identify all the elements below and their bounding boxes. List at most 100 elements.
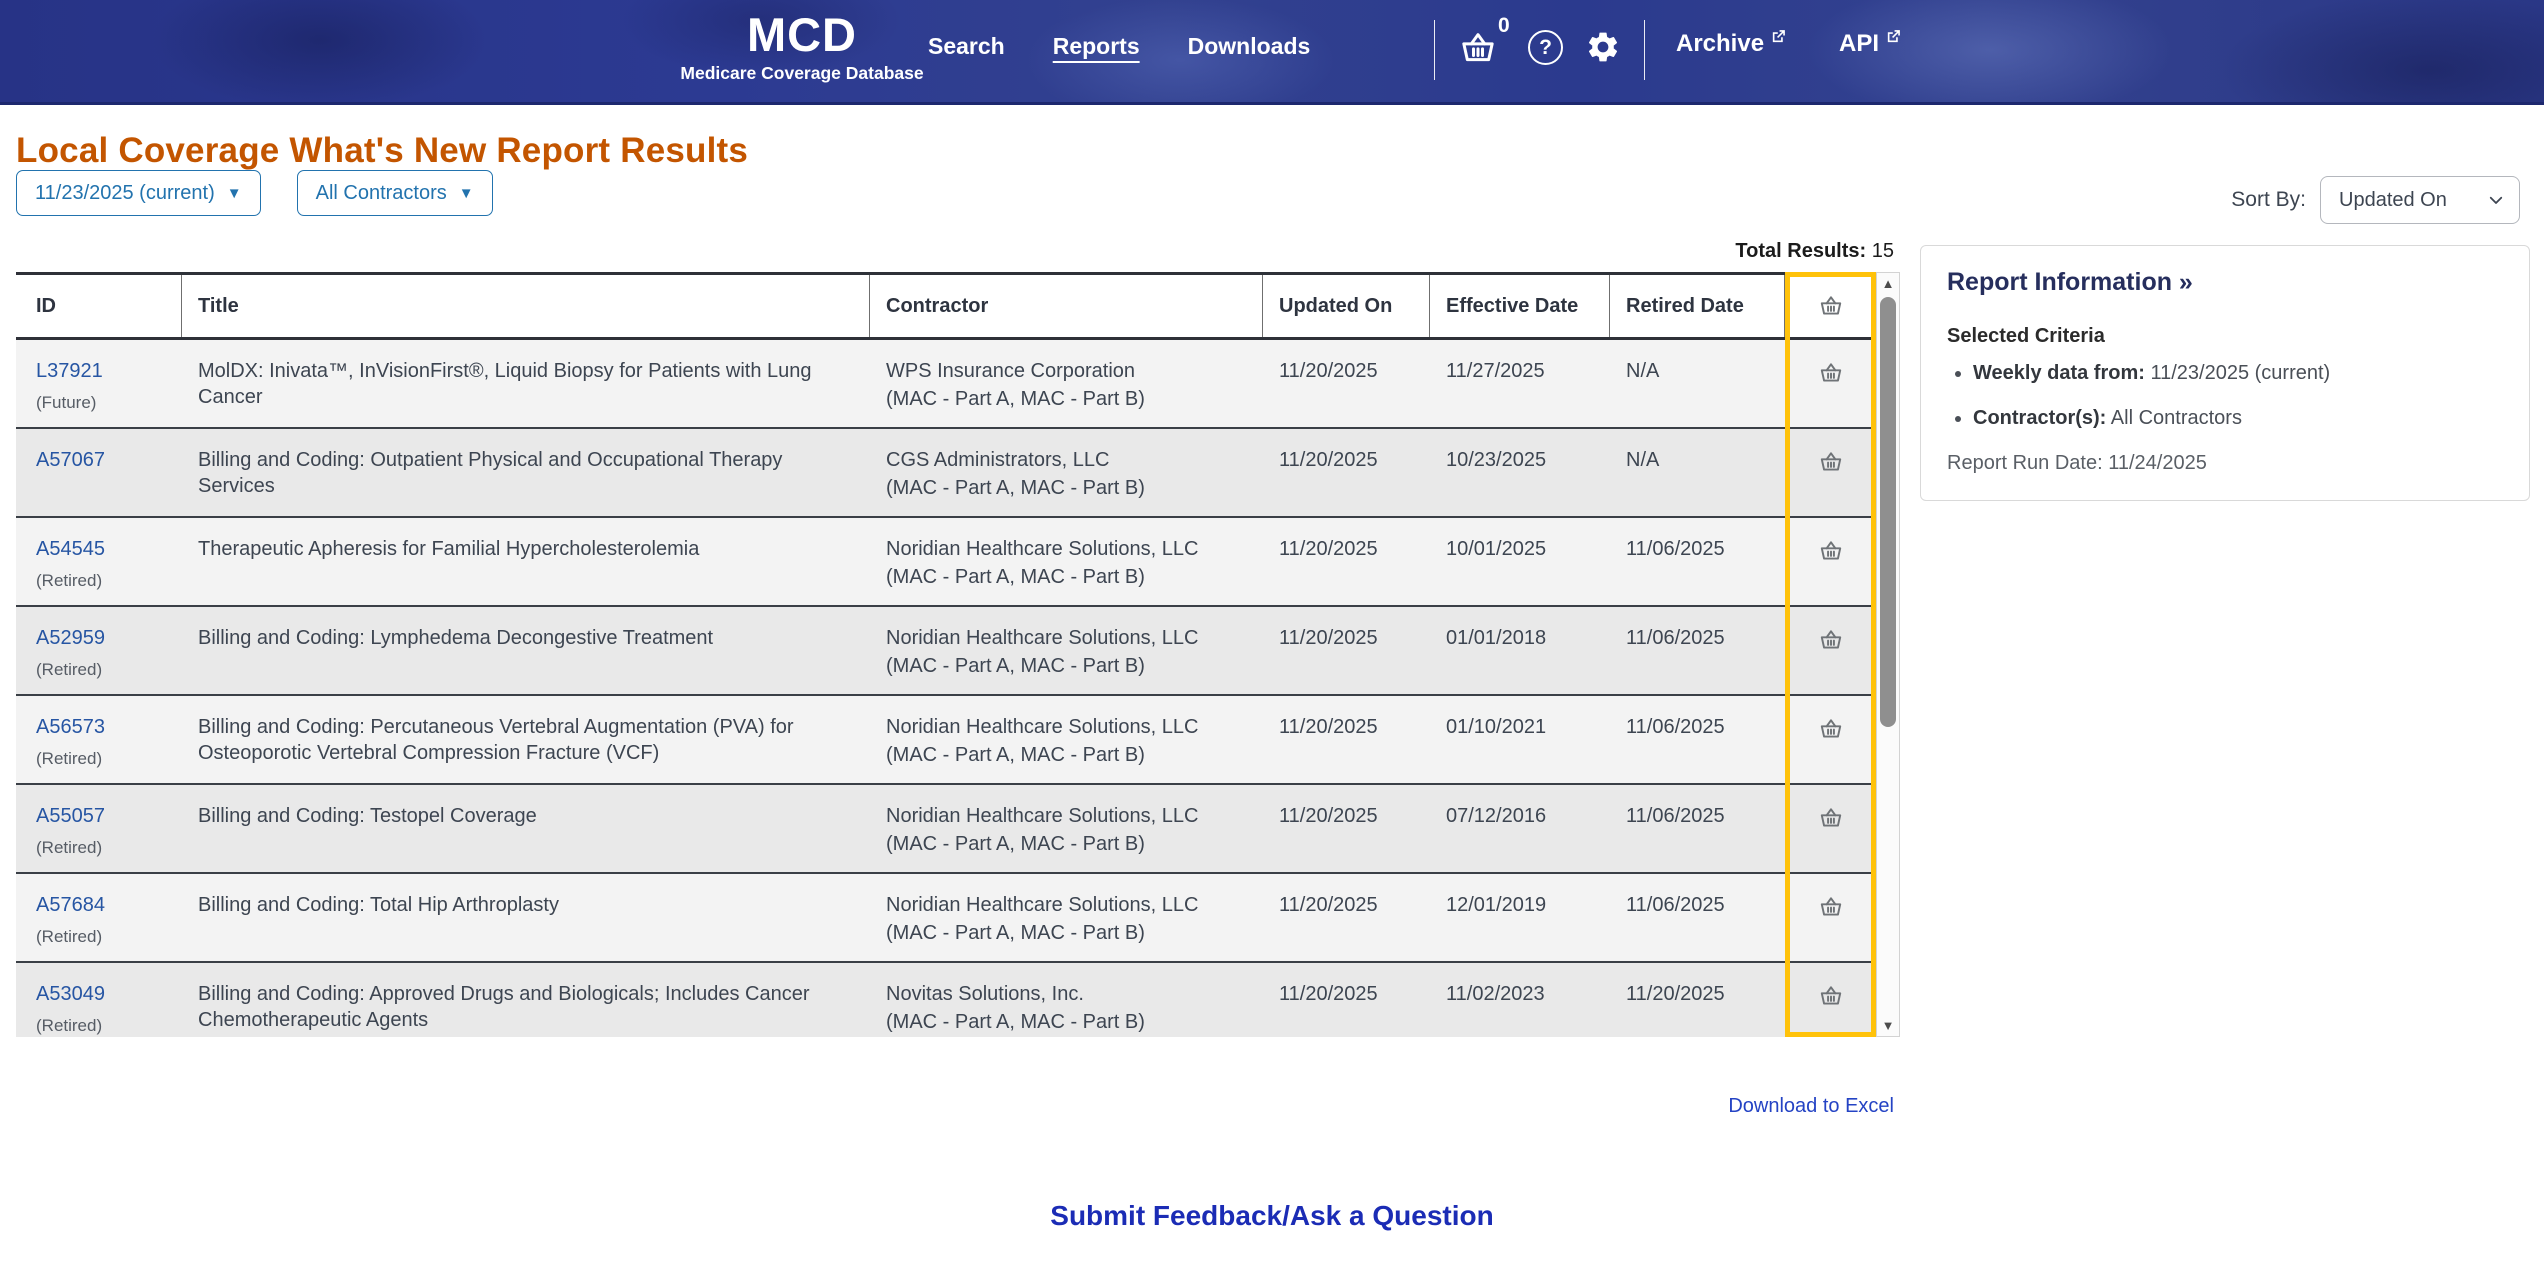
- criteria-value: All Contractors: [2106, 407, 2242, 429]
- download-to-excel-link[interactable]: Download to Excel: [1728, 1095, 1894, 1117]
- col-header-retired-date: Retired Date: [1610, 275, 1785, 337]
- mcd-logo[interactable]: MCD Medicare Coverage Database: [672, 10, 932, 84]
- nav-reports[interactable]: Reports: [1053, 33, 1140, 60]
- record-id-link[interactable]: A57684: [36, 892, 166, 918]
- record-id-link[interactable]: A56573: [36, 714, 166, 740]
- updated-on-value: 11/20/2025: [1263, 874, 1430, 961]
- archive-label: Archive: [1676, 30, 1764, 58]
- total-results-value: 15: [1872, 240, 1894, 262]
- nav-archive[interactable]: Archive: [1676, 30, 1787, 58]
- scroll-up-arrow[interactable]: ▲: [1877, 276, 1899, 291]
- add-to-basket-cell[interactable]: [1785, 518, 1876, 605]
- record-contractor: Noridian Healthcare Solutions, LLC (MAC …: [870, 696, 1263, 783]
- add-to-basket-cell[interactable]: [1785, 340, 1876, 427]
- col-header-contractor: Contractor: [870, 275, 1263, 337]
- table-scrollbar[interactable]: ▲ ▼: [1876, 272, 1900, 1037]
- table-header-row: ID Title Contractor Updated On Effective…: [16, 272, 1876, 340]
- basket-icon[interactable]: [1818, 538, 1844, 595]
- basket-icon[interactable]: [1818, 449, 1844, 506]
- retired-date-value: N/A: [1610, 340, 1785, 427]
- contractor-detail: (MAC - Part A, MAC - Part B): [886, 653, 1247, 679]
- record-title: Billing and Coding: Lymphedema Decongest…: [182, 607, 870, 694]
- basket-icon[interactable]: [1818, 716, 1844, 773]
- record-contractor: Novitas Solutions, Inc. (MAC - Part A, M…: [870, 963, 1263, 1037]
- record-id-link[interactable]: L37921: [36, 358, 166, 384]
- effective-date-value: 11/27/2025: [1430, 340, 1610, 427]
- submit-feedback-link[interactable]: Submit Feedback/Ask a Question: [1050, 1200, 1493, 1231]
- basket-count-badge: 0: [1498, 14, 1510, 38]
- basket-icon[interactable]: [1818, 627, 1844, 684]
- criteria-item-contractors: Contractor(s): All Contractors: [1973, 407, 2503, 430]
- effective-date-value: 12/01/2019: [1430, 874, 1610, 961]
- nav-search[interactable]: Search: [928, 33, 1005, 60]
- add-to-basket-cell[interactable]: [1785, 429, 1876, 516]
- nav-divider: [1644, 20, 1645, 80]
- page-title: Local Coverage What's New Report Results: [16, 131, 748, 171]
- report-information-panel: Report Information » Selected Criteria W…: [1920, 245, 2530, 501]
- add-to-basket-cell[interactable]: [1785, 607, 1876, 694]
- add-to-basket-cell[interactable]: [1785, 874, 1876, 961]
- effective-date-value: 10/23/2025: [1430, 429, 1610, 516]
- record-id-link[interactable]: A52959: [36, 625, 166, 651]
- contractor-name: Noridian Healthcare Solutions, LLC: [886, 625, 1247, 651]
- contractor-name: Novitas Solutions, Inc.: [886, 981, 1247, 1007]
- add-to-basket-cell[interactable]: [1785, 785, 1876, 872]
- effective-date-value: 11/02/2023: [1430, 963, 1610, 1037]
- record-id-link[interactable]: A57067: [36, 447, 166, 473]
- chevron-down-icon: [2487, 191, 2505, 209]
- effective-date-value: 07/12/2016: [1430, 785, 1610, 872]
- table-row: A54545 (Retired) Therapeutic Apheresis f…: [16, 518, 1876, 607]
- id-cell: A52959 (Retired): [16, 607, 182, 694]
- contractor-name: Noridian Healthcare Solutions, LLC: [886, 803, 1247, 829]
- basket-icon[interactable]: [1818, 360, 1844, 417]
- record-contractor: WPS Insurance Corporation (MAC - Part A,…: [870, 340, 1263, 427]
- basket-icon[interactable]: [1458, 28, 1498, 73]
- primary-nav: Search Reports Downloads: [928, 33, 1310, 60]
- record-id-link[interactable]: A54545: [36, 536, 166, 562]
- record-contractor: CGS Administrators, LLC (MAC - Part A, M…: [870, 429, 1263, 516]
- col-header-basket: [1785, 275, 1876, 337]
- nav-downloads[interactable]: Downloads: [1188, 33, 1311, 60]
- retired-date-value: 11/06/2025: [1610, 696, 1785, 783]
- criteria-value: 11/23/2025 (current): [2145, 362, 2330, 384]
- top-navigation-bar: MCD Medicare Coverage Database Search Re…: [0, 0, 2544, 105]
- contractor-detail: (MAC - Part A, MAC - Part B): [886, 386, 1247, 412]
- basket-icon[interactable]: [1818, 805, 1844, 862]
- record-id-link[interactable]: A53049: [36, 981, 166, 1007]
- add-to-basket-cell[interactable]: [1785, 696, 1876, 783]
- report-run-date: Report Run Date: 11/24/2025: [1947, 452, 2503, 475]
- week-filter-dropdown[interactable]: 11/23/2025 (current) ▼: [16, 170, 261, 216]
- record-title: MolDX: Inivata™, InVisionFirst®, Liquid …: [182, 340, 870, 427]
- add-to-basket-cell[interactable]: [1785, 963, 1876, 1037]
- table-row: A56573 (Retired) Billing and Coding: Per…: [16, 696, 1876, 785]
- record-title: Billing and Coding: Percutaneous Vertebr…: [182, 696, 870, 783]
- nav-divider: [1434, 20, 1435, 80]
- mcd-logo-subtitle: Medicare Coverage Database: [672, 63, 932, 84]
- sort-by-label: Sort By:: [2231, 188, 2306, 212]
- table-row: A57684 (Retired) Billing and Coding: Tot…: [16, 874, 1876, 963]
- updated-on-value: 11/20/2025: [1263, 340, 1430, 427]
- sort-by-select[interactable]: Updated On: [2320, 176, 2520, 224]
- retired-date-value: 11/06/2025: [1610, 607, 1785, 694]
- record-status: (Retired): [36, 1013, 166, 1037]
- sort-by-value: Updated On: [2339, 189, 2447, 212]
- contractor-detail: (MAC - Part A, MAC - Part B): [886, 475, 1247, 501]
- contractor-detail: (MAC - Part A, MAC - Part B): [886, 742, 1247, 768]
- updated-on-value: 11/20/2025: [1263, 429, 1430, 516]
- record-status: (Retired): [36, 568, 166, 594]
- basket-icon[interactable]: [1818, 983, 1844, 1037]
- nav-api[interactable]: API: [1839, 30, 1902, 58]
- contractor-filter-dropdown[interactable]: All Contractors ▼: [297, 170, 493, 216]
- basket-icon[interactable]: [1818, 894, 1844, 951]
- contractor-detail: (MAC - Part A, MAC - Part B): [886, 831, 1247, 857]
- report-information-title[interactable]: Report Information »: [1947, 268, 2503, 297]
- scroll-down-arrow[interactable]: ▼: [1877, 1018, 1899, 1033]
- col-header-title: Title: [182, 275, 870, 337]
- settings-gear-icon[interactable]: [1585, 29, 1621, 70]
- record-id-link[interactable]: A55057: [36, 803, 166, 829]
- help-icon[interactable]: ?: [1528, 30, 1563, 65]
- effective-date-value: 10/01/2025: [1430, 518, 1610, 605]
- scrollbar-thumb[interactable]: [1880, 297, 1896, 727]
- record-contractor: Noridian Healthcare Solutions, LLC (MAC …: [870, 518, 1263, 605]
- record-status: (Retired): [36, 746, 166, 772]
